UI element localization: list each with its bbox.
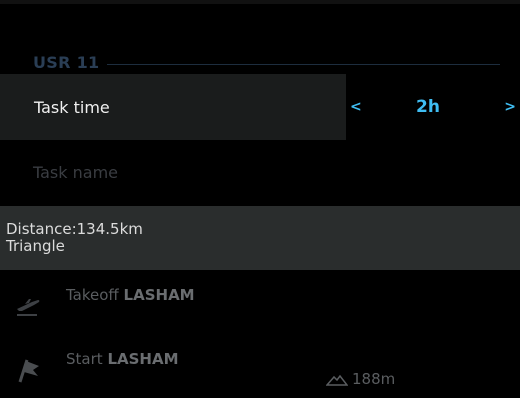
increase-time-button[interactable]: > xyxy=(504,99,516,115)
task-type-text: Triangle xyxy=(6,237,65,255)
waypoint-type: Start xyxy=(66,350,103,368)
decrease-time-button[interactable]: < xyxy=(350,99,362,115)
task-time-row[interactable]: Task time xyxy=(0,74,346,140)
section-divider xyxy=(107,64,500,65)
task-time-selector[interactable]: < 2h > xyxy=(346,74,520,140)
task-name-field[interactable]: Task name xyxy=(0,140,520,204)
section-title: USR 11 xyxy=(33,53,100,72)
task-summary: Distance:134.5km Triangle xyxy=(0,206,520,270)
task-time-label: Task time xyxy=(34,98,110,117)
waypoint-name: LASHAM xyxy=(107,350,179,368)
waypoint-type: Takeoff xyxy=(66,286,119,304)
elevation-value: 188m xyxy=(352,370,396,388)
waypoint-takeoff[interactable]: Takeoff LASHAM xyxy=(0,272,520,334)
task-name-placeholder: Task name xyxy=(33,163,118,182)
section-header: USR 11 xyxy=(0,48,520,76)
top-bar xyxy=(0,0,520,4)
mountain-icon xyxy=(326,374,348,386)
task-time-value: 2h xyxy=(416,97,440,117)
takeoff-plane-icon xyxy=(17,299,40,316)
start-flag-icon xyxy=(18,359,39,383)
waypoint-name: LASHAM xyxy=(123,286,195,304)
waypoint-elevation: 188m xyxy=(326,370,395,388)
distance-text: Distance:134.5km xyxy=(6,220,143,238)
waypoint-start[interactable]: Start LASHAM 188m xyxy=(0,336,520,398)
